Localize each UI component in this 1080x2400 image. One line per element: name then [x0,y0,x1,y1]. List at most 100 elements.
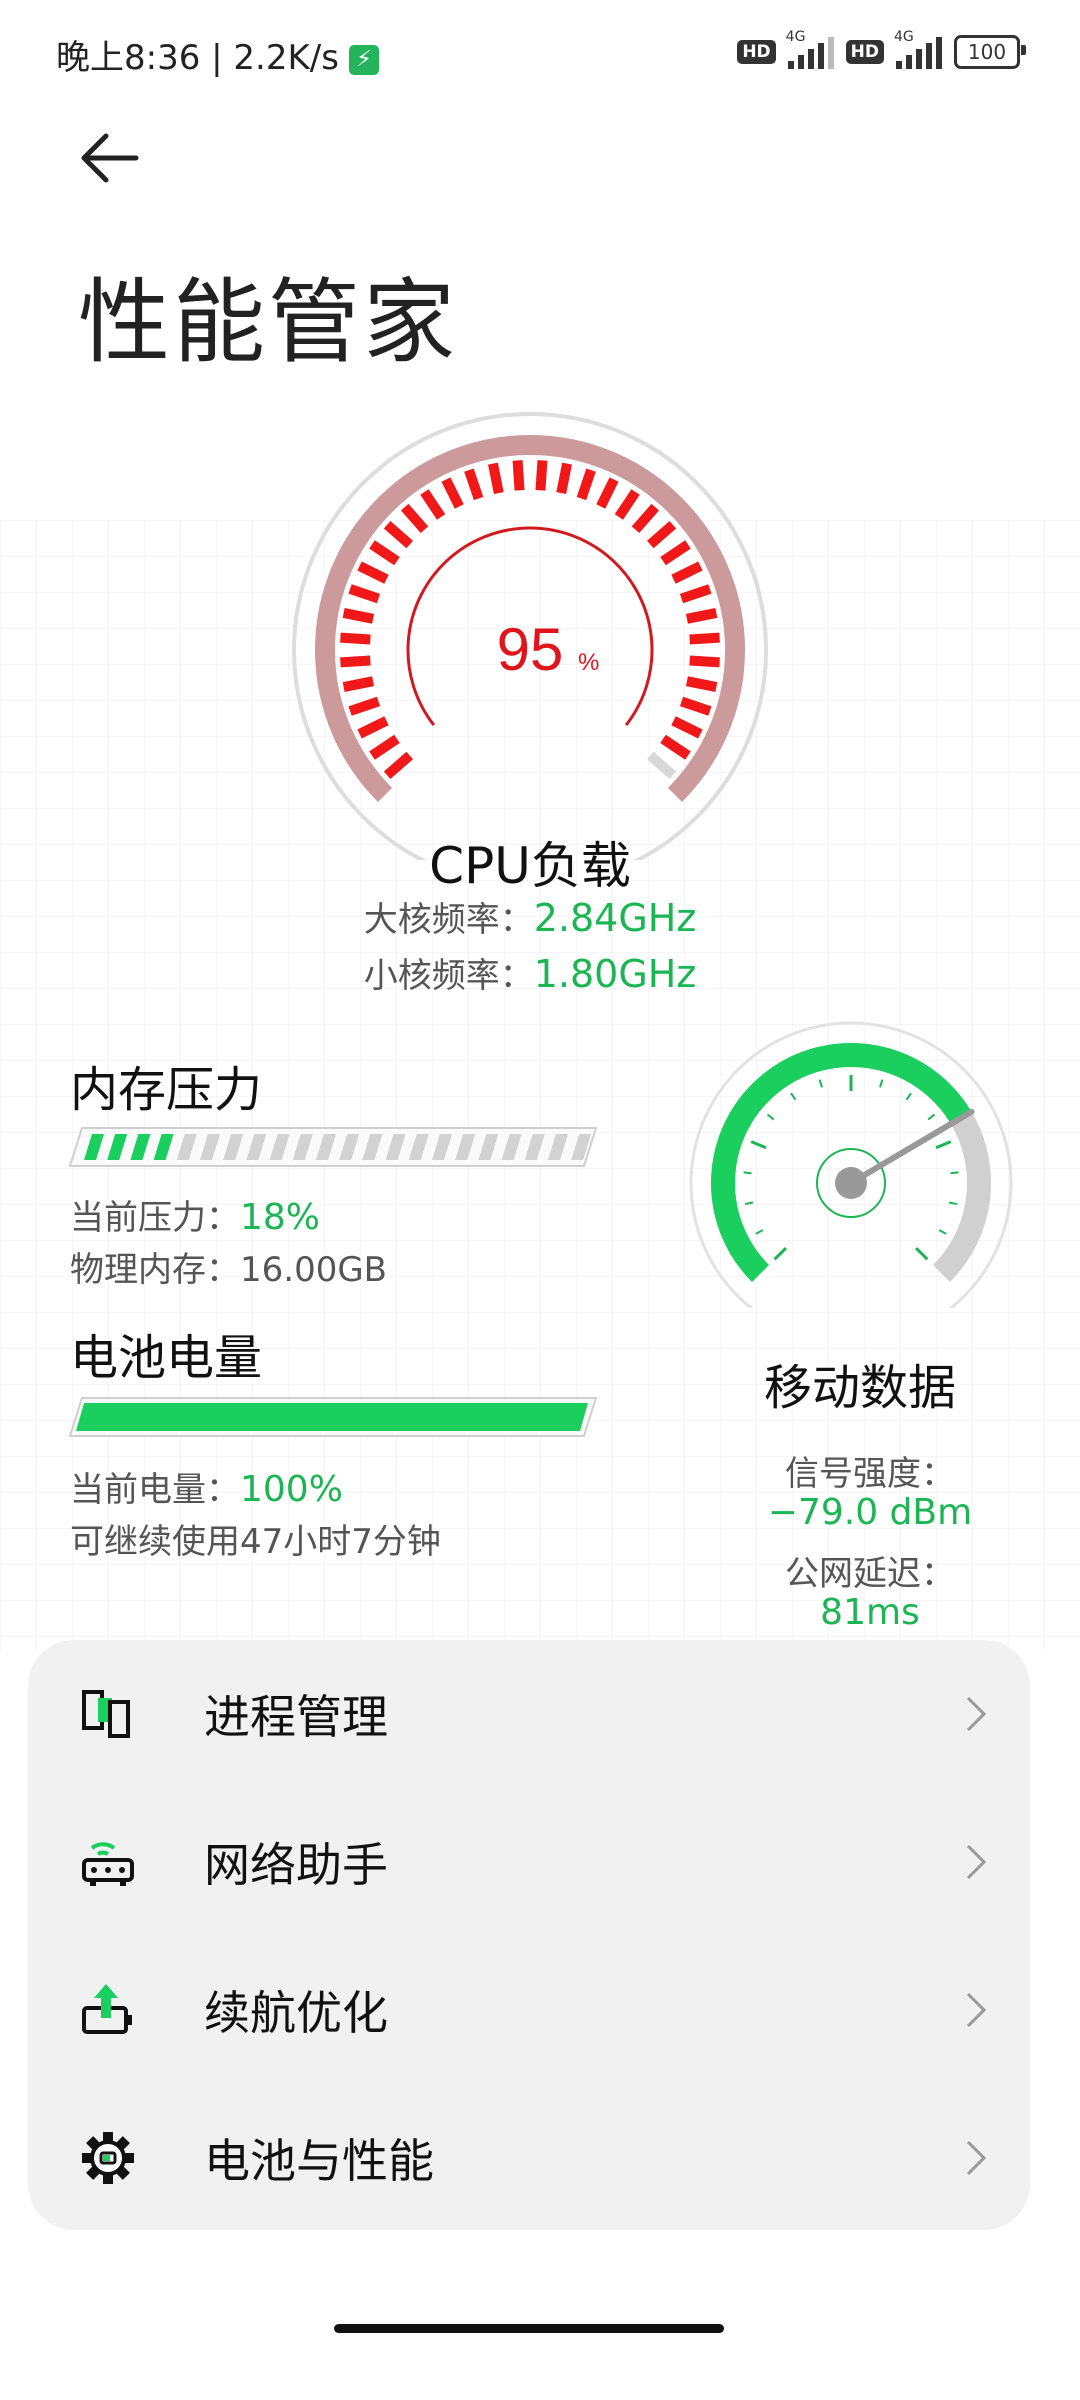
hd-badge: HD [737,40,776,64]
big-core-value: 2.84GHz [533,896,697,940]
battery-level-value: 100% [240,1469,343,1510]
cpu-percent-unit: % [578,649,599,676]
menu-item-process-management[interactable]: 进程管理 [28,1640,1030,1788]
cpu-gauge-tick [357,561,389,584]
cpu-gauge-tick [576,468,596,501]
cpu-gauge-tick [646,520,677,549]
network-gauge-tick [790,1092,797,1101]
memory-pressure-stat: 当前压力：18% [70,1190,320,1239]
signal-strength-value: −79.0 dBm [767,1492,973,1533]
chevron-right-icon [966,1844,987,1880]
router-icon [82,1842,134,1886]
mobile-data-title: 移动数据 [763,1360,956,1416]
cpu-gauge-tick [383,751,414,780]
menu-item-label: 网络助手 [204,1838,388,1892]
physical-memory-stat: 物理内存：16.00GB [70,1242,387,1291]
battery-boost-icon [82,1984,132,2034]
bolt-icon: ⚡ [348,44,379,75]
cpu-gauge-tick [689,632,720,645]
network-gauge-tick [879,1079,884,1088]
cpu-gauge-tick [369,734,400,760]
battery-level-text: 100 [967,40,1007,64]
network-gauge-tick [927,1113,936,1121]
memory-pressure-title: 内存压力 [70,1062,263,1118]
status-bar: 晚上8:36 | 2.2K/s ⚡ HD 4G HD 4G 100 [0,0,1080,104]
cpu-gauge-tick [420,489,446,520]
cpu-gauge-tick [535,460,548,491]
cpu-gauge-tick [596,477,619,509]
physical-memory-value: 16.00GB [240,1250,388,1290]
process-icon [82,1690,130,1738]
cpu-gauge-tick [400,503,429,534]
page-title: 性能管家 [78,269,459,376]
cpu-gauge-tick [685,676,718,692]
physical-memory-label: 物理内存： [70,1250,240,1290]
battery-level-title: 电池电量 [70,1330,263,1386]
network-gauge-tick [743,1171,752,1175]
chevron-right-icon [966,2140,987,2176]
cpu-gauge-tick [679,584,712,604]
cpu-gauge-tick [340,632,371,645]
network-gauge-tick [948,1201,958,1206]
cpu-gauge-tick [369,540,400,566]
small-core-value: 1.80GHz [533,952,697,996]
menu-item-battery-optimization[interactable]: 续航优化 [28,1936,1030,2084]
cpu-gauge-tick [556,462,572,495]
network-gauge-tick [914,1246,929,1261]
cpu-load-gauge: 95 % [292,412,768,860]
big-core-label: 大核频率： [363,900,534,940]
status-time: 晚上8:36 | 2.2K/s ⚡ [56,30,379,79]
cpu-gauge-tick [488,462,504,495]
network-gauge-tick [773,1246,788,1261]
cpu-gauge-tick [441,477,464,509]
cpu-gauge-tick [671,561,703,584]
cpu-gauge-tick [689,655,720,668]
memory-pressure-value: 18% [240,1197,321,1238]
tools-menu: 进程管理 网络助手 续航优化 电池与性能 [28,1640,1030,2230]
menu-item-battery-and-performance[interactable]: 电池与性能 [28,2084,1030,2232]
cpu-gauge-tick [348,584,381,604]
network-gauge-tick [755,1229,764,1235]
network-type-label: 4G [785,29,806,45]
cpu-gauge-tick [340,655,371,668]
home-indicator[interactable] [334,2324,724,2333]
cpu-gauge-tick [646,751,677,780]
network-gauge-tick [818,1079,823,1088]
cpu-gauge-tick [512,460,525,491]
menu-item-label: 进程管理 [204,1690,388,1744]
menu-item-label: 电池与性能 [204,2134,434,2188]
signal-strength-label: 信号强度： [785,1454,955,1494]
cpu-gauge-tick [342,608,375,624]
cpu-gauge-tick [348,696,381,716]
cpu-gauge-tick [342,676,375,692]
gear-icon [82,2132,134,2184]
network-gauge-tick [750,1140,767,1150]
status-time-text: 晚上8:36 | 2.2K/s [56,38,339,78]
menu-item-network-assistant[interactable]: 网络助手 [28,1788,1030,1936]
cpu-gauge-tick [660,540,691,566]
battery-icon: 100 [954,35,1026,69]
back-button[interactable] [76,128,146,188]
battery-remaining-time: 可继续使用47小时7分钟 [70,1522,441,1562]
network-gauge-tick [766,1113,775,1121]
small-core-frequency: 小核频率：1.80GHz [0,948,1060,997]
menu-item-label: 续航优化 [204,1986,388,2040]
hd-badge: HD [845,40,884,64]
small-core-label: 小核频率： [363,956,534,996]
battery-level-bar [68,1397,598,1437]
cpu-gauge-tick [614,489,640,520]
latency-value: 81ms [820,1592,920,1633]
network-gauge-tick [905,1092,912,1101]
signal-strength-icon: 4G [786,29,834,69]
latency-label: 公网延迟： [785,1554,955,1594]
cpu-percent-value: 95 [497,616,564,683]
cpu-gauge-tick [660,734,691,760]
status-indicators: HD 4G HD 4G 100 [737,29,1026,74]
cpu-gauge-tick [631,503,660,534]
back-arrow-icon [81,133,139,183]
network-gauge-tick [938,1229,947,1235]
chevron-right-icon [966,1696,987,1732]
battery-level-label: 当前电量： [70,1470,240,1510]
network-type-label: 4G [894,29,914,45]
chevron-right-icon [966,1992,987,2028]
